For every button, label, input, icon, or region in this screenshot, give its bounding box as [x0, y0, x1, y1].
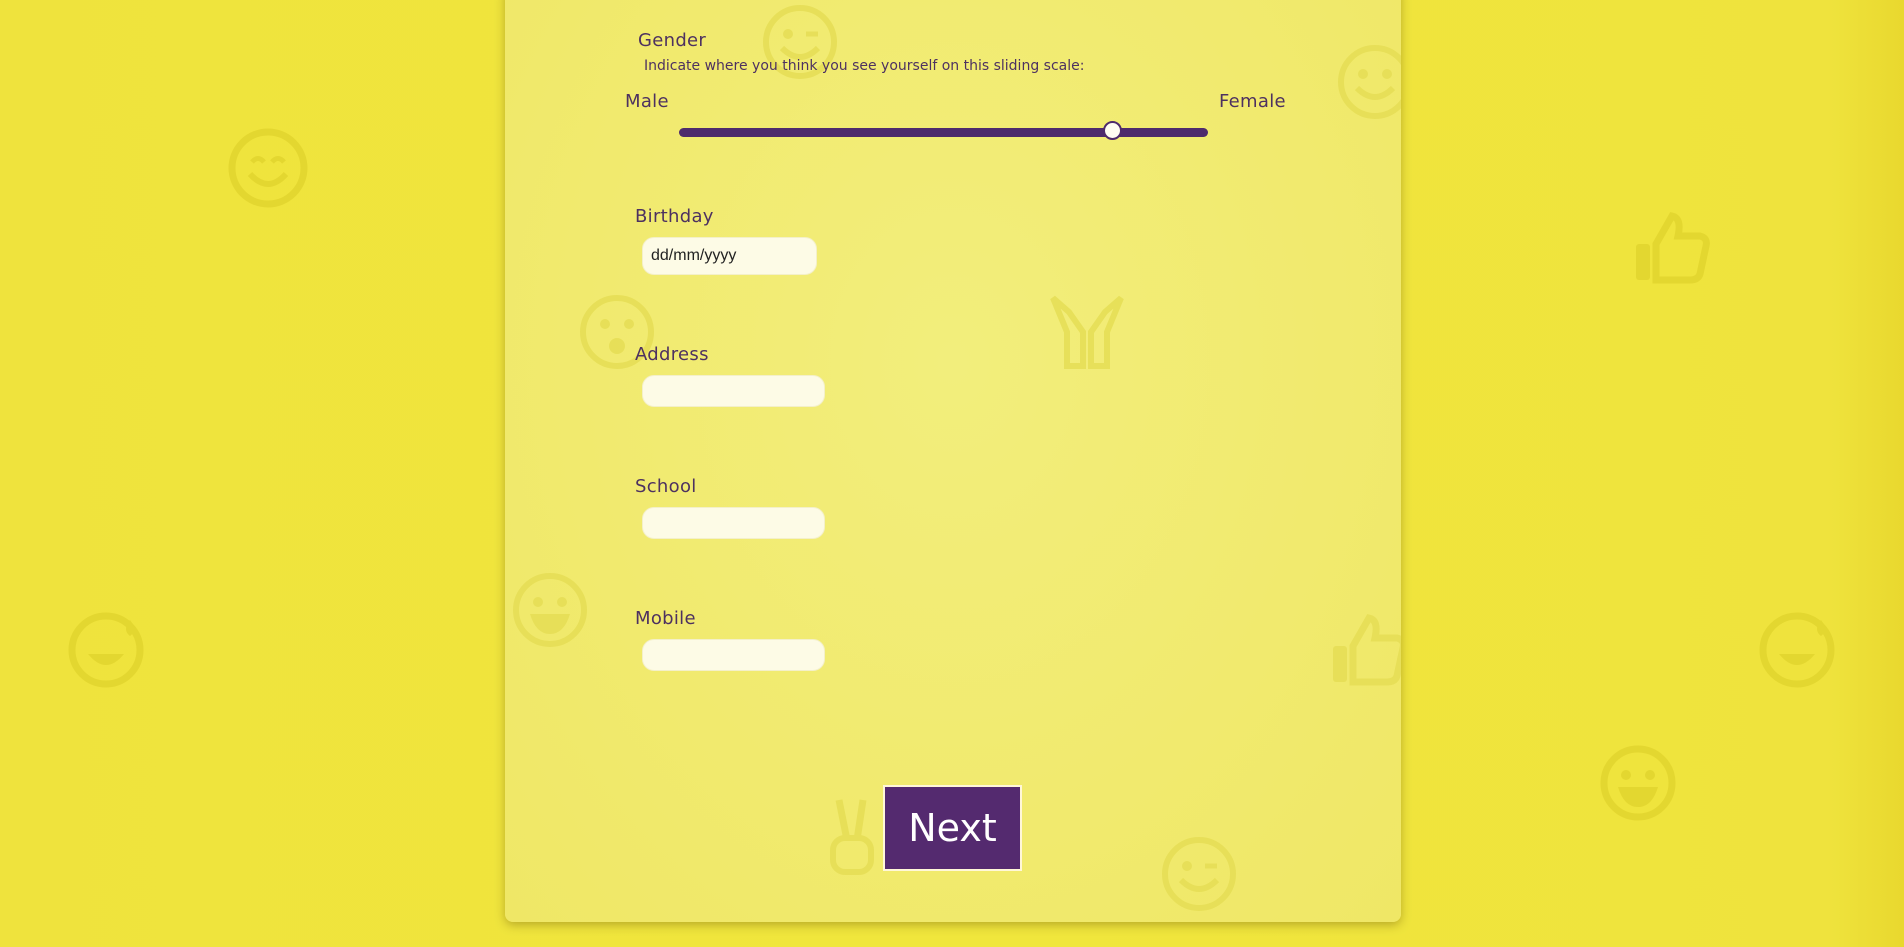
thumbs-up-icon [1630, 208, 1710, 288]
grin-icon [1598, 743, 1678, 823]
school-field[interactable] [642, 507, 825, 539]
smile-icon [228, 128, 308, 208]
mobile-label: Mobile [635, 608, 696, 629]
peace-sign-icon [823, 796, 883, 876]
gender-hint: Indicate where you think you see yoursel… [644, 58, 1085, 74]
grin-icon [510, 570, 590, 650]
mobile-field[interactable] [642, 639, 825, 671]
slider-min-label: Male [625, 91, 669, 112]
school-label: School [635, 476, 697, 497]
registration-card: Gender Indicate where you think you see … [505, 0, 1401, 922]
gender-slider[interactable] [679, 128, 1208, 137]
laugh-tears-icon [66, 610, 146, 690]
gender-slider-thumb[interactable] [1103, 121, 1123, 140]
birthday-field[interactable]: dd/mm/yyyy [642, 237, 817, 275]
smile-icon [1335, 42, 1401, 122]
laugh-tears-icon [1757, 610, 1837, 690]
thumbs-up-icon [1327, 610, 1401, 690]
next-button[interactable]: Next [883, 785, 1022, 871]
wink-icon [1159, 834, 1239, 914]
address-field[interactable] [642, 375, 825, 407]
slider-max-label: Female [1219, 91, 1286, 112]
address-label: Address [635, 344, 709, 365]
birthday-label: Birthday [635, 206, 714, 227]
praying-hands-icon [1047, 292, 1127, 372]
gender-label: Gender [638, 30, 707, 51]
